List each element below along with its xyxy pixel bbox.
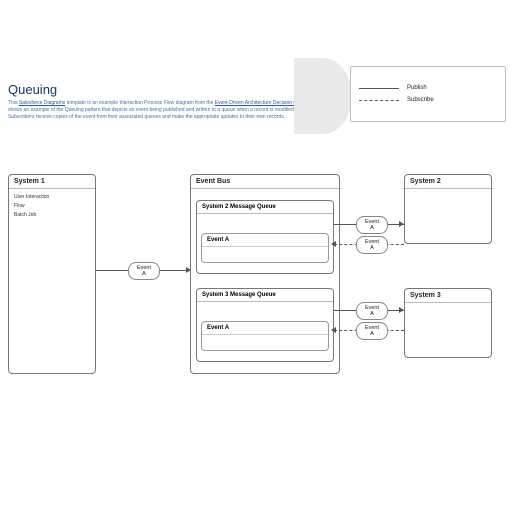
system-2-box: System 2 xyxy=(404,174,492,244)
legend-row-publish: Publish xyxy=(359,85,497,91)
event-bus-title: Event Bus xyxy=(191,175,339,189)
list-item: Batch Job xyxy=(14,211,90,220)
arrow-left-icon xyxy=(331,241,336,247)
list-item: Flow xyxy=(14,202,90,211)
desc-text: This xyxy=(8,100,19,106)
system-3-title: System 3 xyxy=(405,289,491,303)
legend-background-shape xyxy=(294,58,352,134)
queue-title: System 3 Message Queue xyxy=(197,289,333,302)
header: Queuing This Salesforce Diagrams templat… xyxy=(8,82,318,121)
event-card: Event A xyxy=(201,233,329,263)
system-1-box: System 1 User Interaction Flow Batch Job xyxy=(8,174,96,374)
dashed-line-icon xyxy=(359,100,399,101)
legend: Publish Subscribe xyxy=(344,66,508,124)
event-driven-guide-link[interactable]: Event-Driven Architecture Decision Guide xyxy=(215,100,307,106)
legend-label: Subscribe xyxy=(407,97,434,103)
event-label: Event A xyxy=(202,234,328,247)
solid-line-icon xyxy=(359,88,399,89)
salesforce-diagrams-link[interactable]: Salesforce Diagrams xyxy=(19,100,65,106)
system-2-queue-box: System 2 Message Queue Event A xyxy=(196,200,334,274)
system-1-title: System 1 xyxy=(9,175,95,189)
list-item: User Interaction xyxy=(14,193,90,202)
legend-box: Publish Subscribe xyxy=(350,66,506,122)
page-title: Queuing xyxy=(8,82,318,97)
arrow-right-icon xyxy=(399,221,404,227)
edge-badge-event-a: EventA xyxy=(356,302,388,320)
edge-badge-event-a: EventA xyxy=(356,322,388,340)
diagram-canvas: System 1 User Interaction Flow Batch Job… xyxy=(0,150,516,410)
legend-label: Publish xyxy=(407,85,427,91)
queue-title: System 2 Message Queue xyxy=(197,201,333,214)
event-label: Event A xyxy=(202,322,328,335)
event-card: Event A xyxy=(201,321,329,351)
edge-badge-event-a: EventA xyxy=(356,216,388,234)
edge-badge-event-a: EventA xyxy=(356,236,388,254)
legend-row-subscribe: Subscribe xyxy=(359,97,497,103)
arrow-right-icon xyxy=(186,267,191,273)
system-2-title: System 2 xyxy=(405,175,491,189)
system-1-items: User Interaction Flow Batch Job xyxy=(9,189,95,224)
desc-text: template is an example Interaction Proce… xyxy=(65,100,215,106)
system-3-box: System 3 xyxy=(404,288,492,358)
system-3-queue-box: System 3 Message Queue Event A xyxy=(196,288,334,362)
arrow-left-icon xyxy=(331,327,336,333)
edge-badge-event-a: EventA xyxy=(128,262,160,280)
description: This Salesforce Diagrams template is an … xyxy=(8,100,318,121)
arrow-right-icon xyxy=(399,307,404,313)
